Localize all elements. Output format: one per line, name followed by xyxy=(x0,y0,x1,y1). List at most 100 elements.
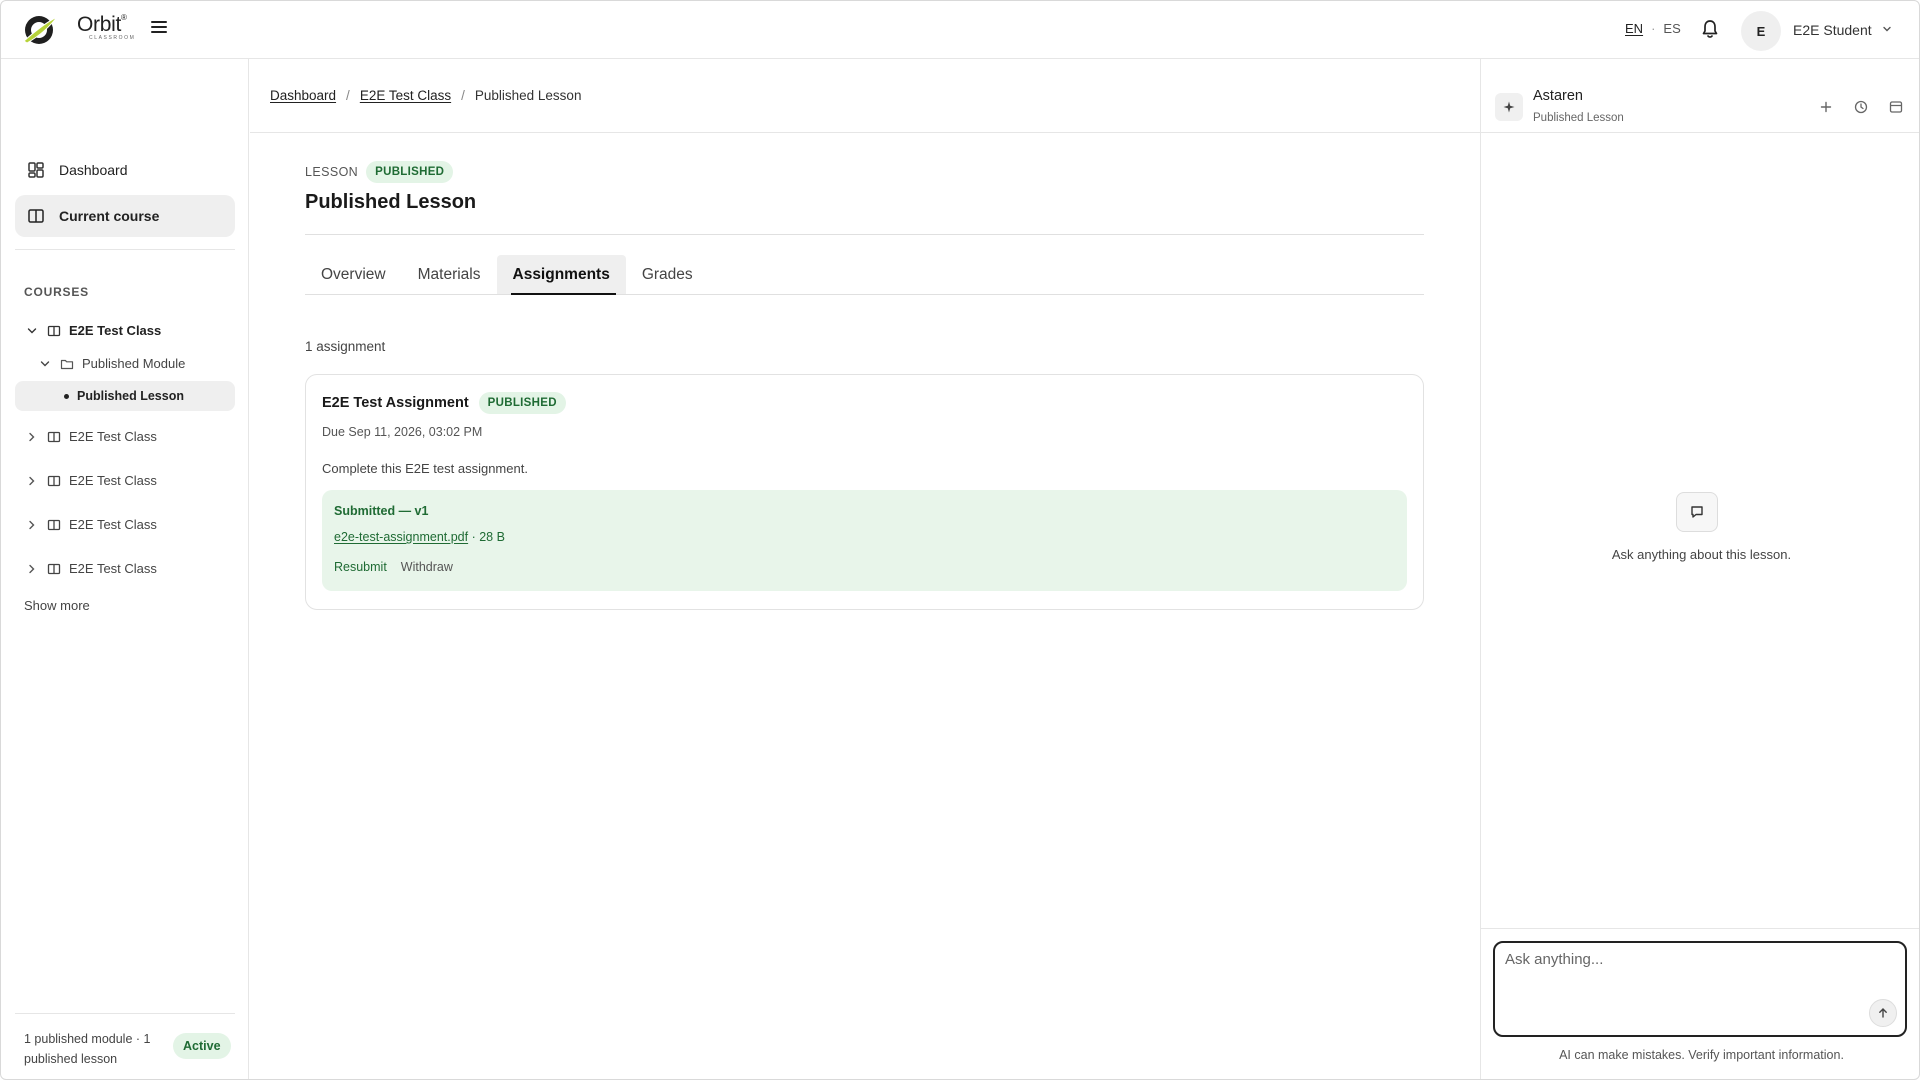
assistant-header: Astaren Published Lesson xyxy=(1481,59,1919,133)
sidebar-item-label: Current course xyxy=(59,208,160,224)
chevron-right-icon[interactable] xyxy=(25,474,39,488)
course-tree-class-4[interactable]: E2E Test Class xyxy=(25,517,157,532)
breadcrumb: Dashboard / E2E Test Class / Published L… xyxy=(250,59,1480,133)
breadcrumb-class[interactable]: E2E Test Class xyxy=(360,88,451,103)
lang-en[interactable]: EN xyxy=(1625,21,1643,36)
assignment-header: E2E Test Assignment PUBLISHED xyxy=(322,392,566,414)
breadcrumb-dashboard[interactable]: Dashboard xyxy=(270,88,336,103)
main-content: Dashboard / E2E Test Class / Published L… xyxy=(250,59,1480,1079)
sidebar-footer-divider xyxy=(15,1013,235,1014)
course-tree-class-3[interactable]: E2E Test Class xyxy=(25,473,157,488)
assistant-empty-text: Ask anything about this lesson. xyxy=(1611,547,1792,562)
chevron-down-icon[interactable] xyxy=(38,357,52,371)
history-icon[interactable] xyxy=(1853,99,1869,115)
tab-grades[interactable]: Grades xyxy=(626,255,709,294)
brand-subtitle: CLASSROOM xyxy=(89,35,136,41)
book-icon xyxy=(47,563,61,574)
chevron-down-icon[interactable] xyxy=(1881,23,1893,35)
assistant-name: Astaren xyxy=(1533,88,1583,104)
course-tree-class[interactable]: E2E Test Class xyxy=(25,323,161,338)
chat-bubble-icon xyxy=(1676,492,1718,532)
breadcrumb-current: Published Lesson xyxy=(474,88,582,103)
dashboard-icon xyxy=(28,162,44,178)
assignment-title[interactable]: E2E Test Assignment xyxy=(322,395,469,411)
assignment-status-badge: PUBLISHED xyxy=(478,392,566,414)
sidebar-item-label: Dashboard xyxy=(59,162,128,178)
brand-name: Orbit xyxy=(77,13,122,36)
send-button[interactable] xyxy=(1869,999,1897,1027)
breadcrumb-separator: / xyxy=(346,88,350,103)
book-icon xyxy=(47,325,61,336)
composer-divider xyxy=(1481,928,1919,929)
courses-heading: COURSES xyxy=(24,285,89,299)
submission-actions: Resubmit Withdraw xyxy=(334,560,453,574)
module-name: Published Module xyxy=(82,356,186,371)
orbit-logo-icon[interactable] xyxy=(21,13,59,47)
chat-input[interactable] xyxy=(1505,951,1885,1001)
status-badge: Active xyxy=(173,1033,231,1059)
language-switcher: EN · ES xyxy=(1625,21,1681,36)
title-divider xyxy=(305,234,1424,235)
course-stats: 1 published module · 1 published lesson xyxy=(24,1032,151,1066)
user-name[interactable]: E2E Student xyxy=(1793,22,1872,38)
submission-file-link[interactable]: e2e-test-assignment.pdf xyxy=(334,530,468,544)
lesson-label: LESSON xyxy=(305,165,359,179)
sparkle-icon xyxy=(1495,93,1523,121)
course-tree-lesson[interactable]: Published Lesson xyxy=(15,381,235,411)
course-name: E2E Test Class xyxy=(69,429,157,444)
assistant-panel: Astaren Published Lesson Ask anything ab… xyxy=(1480,59,1919,1079)
expand-panel-icon[interactable] xyxy=(1888,99,1904,115)
ai-disclaimer: AI can make mistakes. Verify important i… xyxy=(1559,1048,1844,1062)
top-bar: Orbit® CLASSROOM EN · ES E E2E Student xyxy=(1,1,1919,59)
resubmit-button[interactable]: Resubmit xyxy=(334,560,387,574)
course-name: E2E Test Class xyxy=(69,473,157,488)
page-title: Published Lesson xyxy=(305,191,477,213)
course-tree-class-5[interactable]: E2E Test Class xyxy=(25,561,157,576)
sidebar-divider xyxy=(15,249,235,250)
assignment-count: 1 assignment xyxy=(305,339,386,354)
lesson-tabs: Overview Materials Assignments Grades xyxy=(305,255,1424,295)
book-icon xyxy=(47,519,61,530)
course-tree-class-2[interactable]: E2E Test Class xyxy=(25,429,157,444)
assignment-description: Complete this E2E test assignment. xyxy=(322,461,528,476)
chevron-right-icon[interactable] xyxy=(25,562,39,576)
book-icon xyxy=(47,431,61,442)
menu-icon[interactable] xyxy=(151,21,167,37)
submission-box: Submitted — v1 e2e-test-assignment.pdf ·… xyxy=(322,490,1407,591)
tab-materials[interactable]: Materials xyxy=(402,255,497,294)
submission-file-size: · 28 B xyxy=(468,530,505,544)
folder-icon xyxy=(60,359,74,369)
course-name: E2E Test Class xyxy=(69,561,157,576)
sidebar-item-dashboard[interactable]: Dashboard xyxy=(15,149,235,191)
lang-separator: · xyxy=(1651,21,1656,36)
chevron-right-icon[interactable] xyxy=(25,430,39,444)
lesson-name: Published Lesson xyxy=(77,389,184,403)
tab-overview[interactable]: Overview xyxy=(305,255,402,294)
withdraw-button[interactable]: Withdraw xyxy=(401,560,453,574)
arrow-up-icon xyxy=(1879,1008,1887,1018)
brand-wordmark: Orbit® CLASSROOM xyxy=(77,13,136,41)
bell-icon[interactable] xyxy=(1701,19,1719,39)
course-tree-module[interactable]: Published Module xyxy=(38,356,185,371)
book-icon xyxy=(47,475,61,486)
app-window: Orbit® CLASSROOM EN · ES E E2E Student D… xyxy=(0,0,1920,1080)
course-name: E2E Test Class xyxy=(69,517,157,532)
bullet-icon xyxy=(64,394,69,399)
lesson-eyebrow: LESSON PUBLISHED xyxy=(305,161,454,183)
chat-composer xyxy=(1493,941,1907,1037)
assignment-due-date: Due Sep 11, 2026, 03:02 PM xyxy=(322,425,483,439)
avatar[interactable]: E xyxy=(1741,11,1781,51)
published-badge: PUBLISHED xyxy=(366,161,454,183)
assistant-context: Published Lesson xyxy=(1533,112,1624,124)
course-name: E2E Test Class xyxy=(69,323,162,338)
chevron-down-icon[interactable] xyxy=(25,324,39,338)
breadcrumb-separator: / xyxy=(461,88,465,103)
plus-icon[interactable] xyxy=(1818,99,1834,115)
show-more-link[interactable]: Show more xyxy=(24,598,90,613)
sidebar-item-current-course[interactable]: Current course xyxy=(15,195,235,237)
book-icon xyxy=(28,209,44,223)
chevron-right-icon[interactable] xyxy=(25,518,39,532)
lang-es[interactable]: ES xyxy=(1663,21,1680,36)
tab-assignments[interactable]: Assignments xyxy=(496,255,626,295)
submission-file: e2e-test-assignment.pdf · 28 B xyxy=(334,530,505,544)
